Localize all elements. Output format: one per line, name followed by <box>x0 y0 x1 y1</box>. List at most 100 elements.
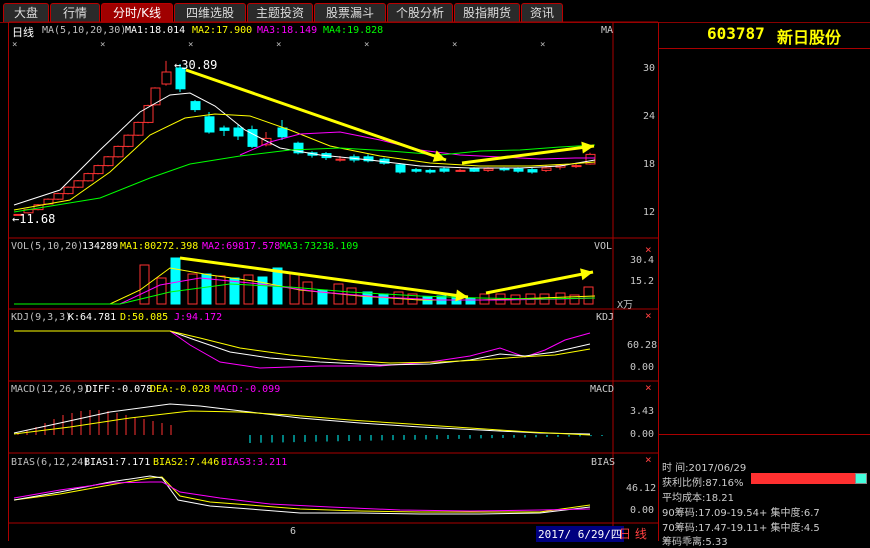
volume-bar <box>465 297 476 305</box>
candle-body <box>335 158 346 161</box>
candle-body <box>425 169 436 173</box>
chip-divider <box>659 434 870 435</box>
kdj-k: K:64.781 <box>68 312 117 323</box>
cursor-date: 2017/ 6/29/四 <box>536 526 624 542</box>
profit-bar-fill <box>751 473 855 484</box>
macd-corner-label: MACD <box>590 384 615 395</box>
bias-close-mark: × <box>645 453 652 466</box>
candle-body <box>469 168 480 172</box>
volume-bar <box>362 291 373 305</box>
candle-body <box>143 105 154 123</box>
kdj-j: J:94.172 <box>174 312 223 323</box>
candle-body <box>541 167 552 171</box>
vol-up-arrow-shaft <box>485 270 594 295</box>
candle-body <box>233 127 244 137</box>
volume-bar <box>257 276 268 305</box>
kdj-k-line <box>14 330 591 366</box>
vol-up-arrow-head <box>580 268 593 281</box>
chip-70: 70筹码:17.47-19.11+ 集中度:4.5 <box>662 523 820 534</box>
candle-body <box>73 180 84 188</box>
volume-bar <box>479 293 490 305</box>
vol-unit: X万 <box>617 300 634 311</box>
time-axis-month: 6 <box>290 526 297 537</box>
grid-marker: × <box>276 40 281 50</box>
bias1-line <box>13 475 591 515</box>
candle-body <box>483 168 494 171</box>
macd-macd: MACD:-0.099 <box>214 384 281 395</box>
candle-body <box>103 156 114 167</box>
candle-body <box>83 173 94 182</box>
candle-body <box>161 71 172 85</box>
candle-body <box>513 168 524 172</box>
kline-high-label: ←30.89 <box>174 58 218 72</box>
kline-corner-label: MA <box>601 25 614 36</box>
kdj-d: D:50.085 <box>120 312 169 323</box>
macd-diff-line <box>13 403 591 435</box>
candle-body <box>204 116 215 133</box>
grid-marker: × <box>540 40 545 50</box>
candle-body <box>455 169 466 172</box>
bias-ytick-high: 46.12 <box>626 483 657 494</box>
ma3-line <box>239 131 595 160</box>
bias-1: BIAS1:7.171 <box>84 457 151 468</box>
chip-avg-cost: 平均成本:18.21 <box>662 493 734 504</box>
grid-marker: × <box>100 40 105 50</box>
kline-ma3: MA3:18.149 <box>257 25 318 36</box>
kline-ma4: MA4:19.828 <box>323 25 384 36</box>
stock-name: 新日股份 <box>777 28 842 47</box>
macd-ytick-zero: 0.00 <box>630 429 655 440</box>
candle-body <box>527 169 538 173</box>
vol-value: 134289 <box>82 241 119 252</box>
kline-ytick-30: 30 <box>643 63 656 74</box>
volume-bar <box>156 277 167 305</box>
kline-period: 日线 <box>12 26 34 39</box>
candle-body <box>395 164 406 173</box>
bias-2: BIAS2:7.446 <box>153 457 220 468</box>
kline-low-label: ←11.68 <box>12 212 56 226</box>
kline-ytick-18: 18 <box>643 159 656 170</box>
kdj-params: KDJ(9,3,3) <box>11 312 72 323</box>
kdj-corner-label: KDJ <box>596 312 615 323</box>
kline-ma-params: MA(5,10,20,30) <box>42 25 127 36</box>
volume-bar <box>170 257 181 305</box>
grid-marker: × <box>12 40 17 50</box>
ma2-line <box>13 113 596 211</box>
bias-ytick-zero: 0.00 <box>630 505 655 516</box>
candle-body <box>53 193 64 200</box>
candle-body <box>190 101 201 111</box>
bias-corner-label: BIAS <box>591 457 616 468</box>
kline-ma1: MA1:18.014 <box>125 25 186 36</box>
kline-ma2: MA2:17.900 <box>192 25 253 36</box>
vol-params: VOL(5,10,20) <box>11 241 84 252</box>
period-button[interactable]: 日 线 <box>619 525 647 542</box>
candle-body <box>411 169 422 172</box>
low-value: 11.68 <box>19 212 56 226</box>
vol-ytick-mid: 15.2 <box>630 276 655 287</box>
candle-body <box>571 165 582 168</box>
stock-code: 603787 <box>707 24 765 43</box>
candle-body <box>150 87 161 106</box>
candle-body <box>219 127 230 131</box>
candle-body <box>123 134 134 147</box>
vol-ma2: MA2:69817.578 <box>202 241 281 252</box>
vol-corner-label: VOL <box>594 241 613 252</box>
profit-bar-remainder <box>855 473 867 484</box>
kline-ytick-24: 24 <box>643 111 656 122</box>
bias-params: BIAS(6,12,24) <box>11 457 90 468</box>
macd-diff: DIFF:-0.078 <box>86 384 153 395</box>
kdj-ytick-high: 60.28 <box>627 340 658 351</box>
volume-bar <box>346 287 357 305</box>
chip-time: 时 间:2017/06/29 <box>662 463 747 474</box>
bias2-line <box>13 476 591 513</box>
candle-body <box>63 186 74 195</box>
grid-marker: × <box>188 40 193 50</box>
stock-title-bar: 603787 新日股份 <box>659 22 870 49</box>
right-info-panel: 603787 新日股份 时 间:2017/06/29 获利比例:87.16% 平… <box>658 22 870 548</box>
volume-bar <box>583 286 594 305</box>
kdj-d-line <box>14 330 591 364</box>
candle-body <box>93 165 104 175</box>
candle-body <box>277 127 288 138</box>
candle-body <box>113 145 124 158</box>
vol-ma1: MA1:80272.398 <box>120 241 199 252</box>
kdj-close-mark: × <box>645 309 652 322</box>
